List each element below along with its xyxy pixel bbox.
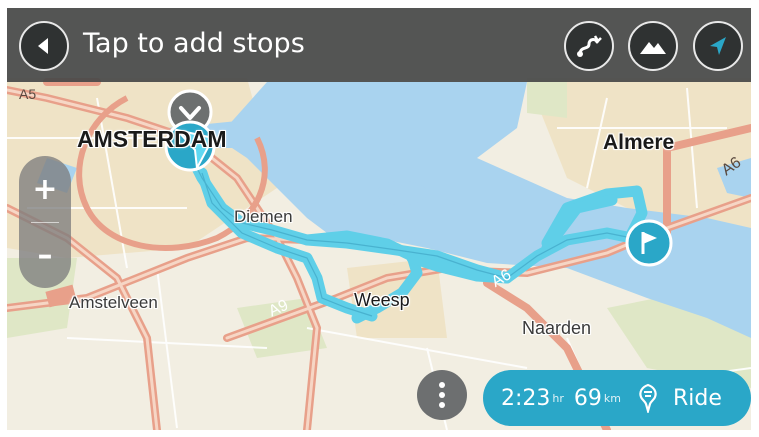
navigation-arrow-icon <box>710 37 726 55</box>
city-label-weesp: Weesp <box>354 290 410 310</box>
route-summary-ride-button[interactable]: 2:23 hr 69 km Ride <box>483 370 751 426</box>
travel-distance: 69 <box>573 385 602 411</box>
map-screen: AMSTERDAM Almere Diemen Amstelveen Weesp… <box>7 8 751 430</box>
travel-time-unit: hr <box>552 391 564 405</box>
city-label-naarden: Naarden <box>522 318 592 338</box>
city-label-amsterdam: AMSTERDAM <box>77 126 227 152</box>
route-options-button[interactable] <box>564 21 614 71</box>
zoom-in-button[interactable]: + <box>19 156 71 222</box>
travel-time: 2:23 <box>501 385 551 411</box>
page-title: Tap to add stops <box>83 28 305 59</box>
city-label-diemen: Diemen <box>234 207 293 226</box>
motorcycle-icon <box>639 383 657 413</box>
back-button[interactable] <box>19 21 69 71</box>
mountain-icon <box>640 42 666 54</box>
back-arrow-icon <box>38 38 48 54</box>
destination-marker <box>625 219 673 267</box>
thrilling-route-button[interactable] <box>628 21 678 71</box>
zoom-out-button[interactable]: – <box>19 222 71 288</box>
route-icon <box>577 35 602 57</box>
more-options-icon <box>439 382 445 388</box>
more-options-button[interactable] <box>417 370 467 420</box>
city-label-almere: Almere <box>603 131 675 154</box>
road-label-a5: A5 <box>19 86 37 102</box>
city-label-amstelveen: Amstelveen <box>69 293 158 312</box>
current-location-button[interactable] <box>693 21 743 71</box>
zoom-controls: + – <box>19 156 71 288</box>
ride-label: Ride <box>673 385 722 411</box>
travel-distance-unit: km <box>603 391 621 405</box>
